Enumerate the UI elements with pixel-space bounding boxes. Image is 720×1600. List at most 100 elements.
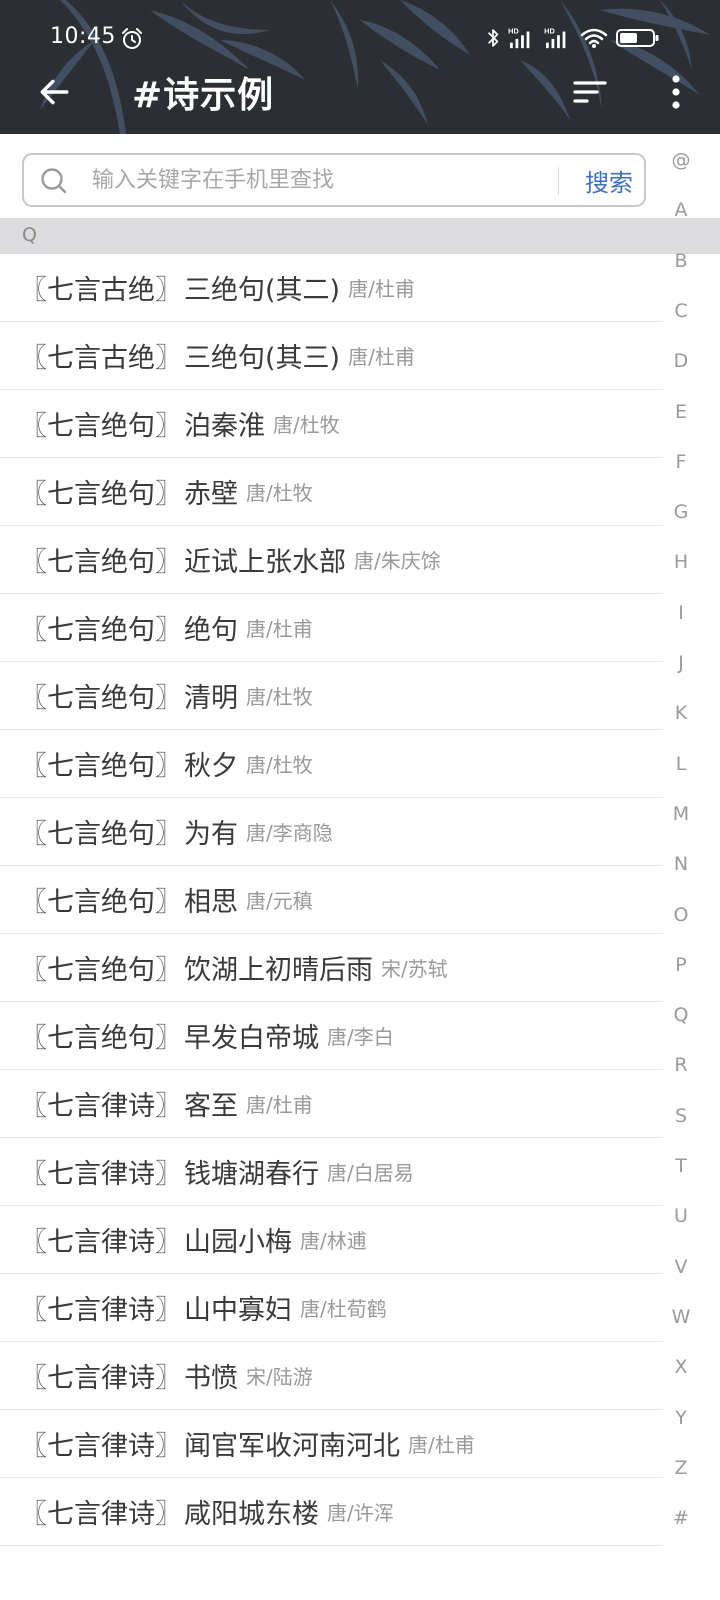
- index-letter-p[interactable]: P: [663, 945, 699, 985]
- poem-title: 相思: [184, 887, 238, 918]
- poem-category: 〖七言绝句〗: [20, 887, 182, 918]
- index-letter-y[interactable]: Y: [663, 1398, 699, 1438]
- list-item[interactable]: 〖七言律诗〗 山中寡妇 唐/杜荀鹤: [0, 1274, 663, 1342]
- back-button[interactable]: [30, 68, 78, 116]
- search-input[interactable]: [86, 161, 558, 199]
- poem-category: 〖七言古绝〗: [20, 275, 182, 306]
- list-item[interactable]: 〖七言绝句〗 为有 唐/李商隐: [0, 798, 663, 866]
- poem-title: 三绝句(其三): [184, 343, 341, 374]
- index-letter-t[interactable]: T: [663, 1146, 699, 1186]
- search-divider: [558, 167, 559, 195]
- list-item[interactable]: 〖七言律诗〗 书愤 宋/陆游: [0, 1342, 663, 1410]
- poem-title: 钱塘湖春行: [184, 1159, 319, 1190]
- poem-category: 〖七言律诗〗: [20, 1295, 182, 1326]
- index-letter-i[interactable]: I: [663, 593, 699, 633]
- poem-author: 唐/杜甫: [348, 345, 415, 369]
- poem-title: 饮湖上初晴后雨: [184, 955, 373, 986]
- poem-category: 〖七言律诗〗: [20, 1499, 182, 1530]
- index-letter-e[interactable]: E: [663, 392, 699, 432]
- list-item[interactable]: 〖七言绝句〗 近试上张水部 唐/朱庆馀: [0, 526, 663, 594]
- index-letter-at[interactable]: @: [663, 140, 699, 180]
- poem-category: 〖七言律诗〗: [20, 1159, 182, 1190]
- poem-list: 〖七言古绝〗 三绝句(其二) 唐/杜甫 〖七言古绝〗 三绝句(其三) 唐/杜甫 〖七言绝…: [0, 254, 663, 1546]
- list-item[interactable]: 〖七言古绝〗 三绝句(其二) 唐/杜甫: [0, 254, 663, 322]
- poem-author: 唐/杜甫: [348, 277, 415, 301]
- list-item[interactable]: 〖七言绝句〗 绝句 唐/杜甫: [0, 594, 663, 662]
- toolbar: #诗示例: [0, 56, 720, 128]
- index-letter-o[interactable]: O: [663, 895, 699, 935]
- section-letter: Q: [22, 224, 37, 246]
- index-letter-q[interactable]: Q: [663, 995, 699, 1035]
- poem-title: 赤壁: [184, 479, 238, 510]
- index-letter-a[interactable]: A: [663, 190, 699, 230]
- index-letter-v[interactable]: V: [663, 1247, 699, 1287]
- index-letter-r[interactable]: R: [663, 1045, 699, 1085]
- poem-author: 唐/白居易: [327, 1161, 414, 1185]
- poem-author: 唐/杜牧: [246, 481, 313, 505]
- list-item[interactable]: 〖七言律诗〗 钱塘湖春行 唐/白居易: [0, 1138, 663, 1206]
- poem-author: 唐/杜牧: [246, 753, 313, 777]
- poem-author: 唐/杜甫: [408, 1433, 475, 1457]
- poem-category: 〖七言绝句〗: [20, 479, 182, 510]
- app-header: 10:45 HD HD #诗示例: [0, 0, 720, 134]
- status-icons: HD HD: [486, 24, 660, 52]
- list-item[interactable]: 〖七言律诗〗 闻官军收河南河北 唐/杜甫: [0, 1410, 663, 1478]
- poem-title: 咸阳城东楼: [184, 1499, 319, 1530]
- signal-hd-label: HD: [508, 26, 519, 35]
- list-item[interactable]: 〖七言绝句〗 早发白帝城 唐/李白: [0, 1002, 663, 1070]
- index-letter-f[interactable]: F: [663, 442, 699, 482]
- poem-category: 〖七言绝句〗: [20, 683, 182, 714]
- list-item[interactable]: 〖七言律诗〗 山园小梅 唐/林逋: [0, 1206, 663, 1274]
- index-letter-l[interactable]: L: [663, 744, 699, 784]
- poem-title: 闻官军收河南河北: [184, 1431, 400, 1462]
- list-item[interactable]: 〖七言绝句〗 饮湖上初晴后雨 宋/苏轼: [0, 934, 663, 1002]
- poem-author: 唐/李白: [327, 1025, 394, 1049]
- alphabet-index-bar[interactable]: @ A B C D E F G H I J K L M N O P Q R S …: [663, 140, 699, 1540]
- list-item[interactable]: 〖七言绝句〗 赤壁 唐/杜牧: [0, 458, 663, 526]
- index-letter-g[interactable]: G: [663, 492, 699, 532]
- poem-category: 〖七言绝句〗: [20, 955, 182, 986]
- poem-author: 唐/许浑: [327, 1501, 394, 1525]
- poem-title: 为有: [184, 819, 238, 850]
- search-box: 搜索: [22, 153, 646, 207]
- alarm-clock-icon: [122, 28, 142, 49]
- list-item[interactable]: 〖七言绝句〗 清明 唐/杜牧: [0, 662, 663, 730]
- index-letter-n[interactable]: N: [663, 844, 699, 884]
- poem-title: 书愤: [184, 1363, 238, 1394]
- poem-author: 唐/杜甫: [246, 617, 313, 641]
- wifi-icon: [580, 28, 608, 48]
- index-letter-b[interactable]: B: [663, 241, 699, 281]
- list-item[interactable]: 〖七言绝句〗 相思 唐/元稹: [0, 866, 663, 934]
- list-item[interactable]: 〖七言绝句〗 泊秦淮 唐/杜牧: [0, 390, 663, 458]
- sort-button[interactable]: [566, 68, 614, 116]
- index-letter-hash[interactable]: #: [663, 1498, 699, 1538]
- list-item[interactable]: 〖七言绝句〗 秋夕 唐/杜牧: [0, 730, 663, 798]
- index-letter-x[interactable]: X: [663, 1347, 699, 1387]
- poem-category: 〖七言古绝〗: [20, 343, 182, 374]
- poem-category: 〖七言绝句〗: [20, 751, 182, 782]
- index-letter-s[interactable]: S: [663, 1096, 699, 1136]
- index-letter-z[interactable]: Z: [663, 1448, 699, 1488]
- signal-hd-icon: HD: [508, 26, 530, 49]
- more-options-button[interactable]: [652, 68, 700, 116]
- index-letter-w[interactable]: W: [663, 1297, 699, 1337]
- index-letter-m[interactable]: M: [663, 794, 699, 834]
- index-letter-h[interactable]: H: [663, 542, 699, 582]
- list-item[interactable]: 〖七言律诗〗 咸阳城东楼 唐/许浑: [0, 1478, 663, 1546]
- index-letter-k[interactable]: K: [663, 693, 699, 733]
- index-letter-u[interactable]: U: [663, 1196, 699, 1236]
- poem-title: 秋夕: [184, 751, 238, 782]
- signal-hd-icon: HD: [544, 26, 566, 49]
- poem-category: 〖七言绝句〗: [20, 1023, 182, 1054]
- search-button[interactable]: 搜索: [572, 155, 646, 205]
- index-letter-j[interactable]: J: [663, 643, 699, 683]
- list-item[interactable]: 〖七言律诗〗 客至 唐/杜甫: [0, 1070, 663, 1138]
- poem-author: 唐/杜牧: [246, 685, 313, 709]
- index-letter-d[interactable]: D: [663, 341, 699, 381]
- list-item[interactable]: 〖七言古绝〗 三绝句(其三) 唐/杜甫: [0, 322, 663, 390]
- index-letter-c[interactable]: C: [663, 291, 699, 331]
- more-vertical-icon: [672, 75, 680, 109]
- sort-lines-icon: [573, 81, 607, 103]
- poem-author: 唐/杜荀鹤: [300, 1297, 387, 1321]
- section-header: Q: [0, 218, 720, 254]
